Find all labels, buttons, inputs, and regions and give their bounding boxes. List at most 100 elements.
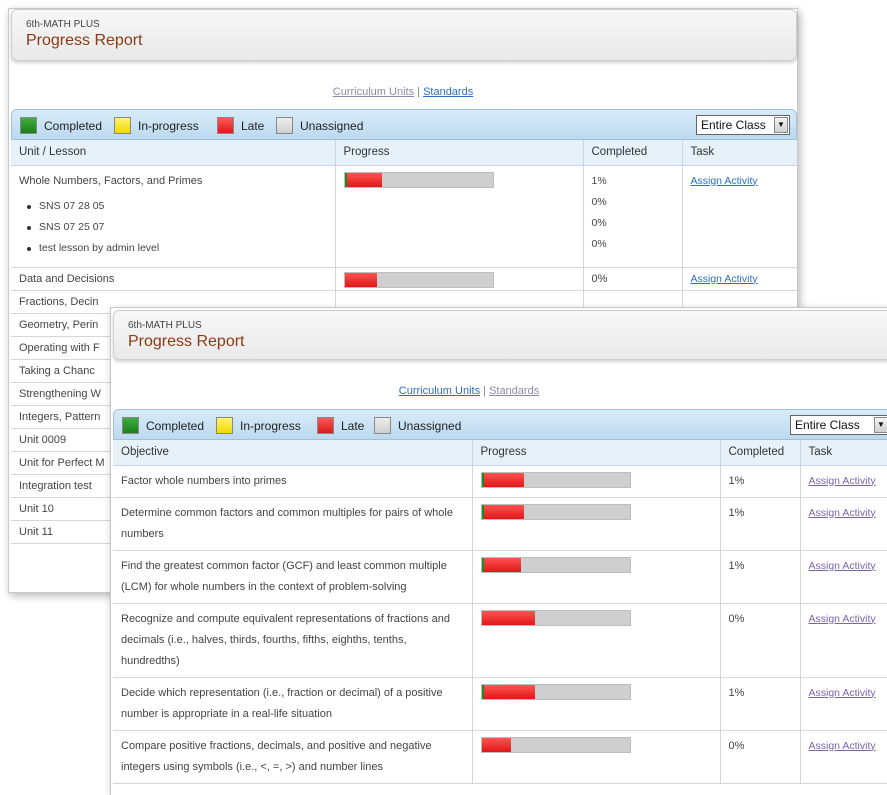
objective-text: Determine common factors and common mult… [113,497,473,551]
legend-label: Late [341,418,365,433]
late-fill [481,610,535,625]
percent-completed: 0% [720,603,801,678]
legend-bar: Completed In-progress Late Unassigned En… [113,409,887,440]
table-row: Determine common factors and common mult… [113,497,887,551]
percent-completed: 1% [720,550,801,604]
assign-activity-link[interactable]: Assign Activity [809,613,876,625]
legend-unassigned: Unassigned [374,417,461,434]
late-swatch-icon [217,117,234,134]
curriculum-units-link[interactable]: Curriculum Units [333,86,414,98]
report-header: 6th-MATH PLUS Progress Report [113,310,887,360]
legend-label: Late [241,118,265,133]
legend-in-progress: In-progress [114,117,199,134]
list-item: SNS 07 25 07 [27,217,327,238]
objectives-table-body: Factor whole numbers into primes 1% Assign… [113,465,887,784]
course-name: 6th-MATH PLUS [26,19,100,30]
late-swatch-icon [317,417,334,434]
legend-label: Unassigned [398,418,462,433]
assign-activity-link[interactable]: Assign Activity [809,687,876,699]
assign-activity-link[interactable]: Assign Activity [691,175,758,187]
assign-activity-link[interactable]: Assign Activity [809,560,876,572]
percent-completed: 1% [591,174,607,187]
in-progress-swatch-icon [216,417,233,434]
legend-completed: Completed [20,117,102,134]
completed-swatch-icon [122,417,139,434]
objective-text: Compare positive fractions, decimals, an… [113,730,473,784]
progress-report-objectives-window: 6th-MATH PLUS Progress Report Curriculum… [110,307,887,795]
late-fill [344,172,382,187]
percent-completed: 1% [720,465,801,498]
legend-late: Late [217,117,264,134]
late-fill [481,472,525,487]
course-name: 6th-MATH PLUS [128,320,202,331]
class-filter-value: Entire Class [701,118,766,132]
assign-activity-link[interactable]: Assign Activity [809,740,876,752]
table-row: Recognize and compute equivalent represe… [113,603,887,678]
legend-label: Unassigned [300,118,364,133]
in-progress-swatch-icon [114,117,131,134]
assign-activity-link[interactable]: Assign Activity [809,475,876,487]
col-header-progress: Progress [335,140,584,166]
class-filter-select[interactable]: Entire Class ▼ [696,115,790,135]
progress-bar [480,471,631,488]
list-item: SNS 07 28 05 [27,196,327,217]
objective-text: Factor whole numbers into primes [113,465,473,498]
legend-late: Late [317,417,364,434]
percent-completed: 1% [720,497,801,551]
standards-link[interactable]: Standards [489,385,539,397]
table-header-row: Objective Progress Completed Task [113,440,887,466]
completed-fill [481,557,484,572]
late-fill [344,272,378,287]
objective-text: Find the greatest common factor (GCF) an… [113,550,473,604]
report-header: 6th-MATH PLUS Progress Report [11,9,797,61]
late-fill [481,504,525,519]
table-row: Whole Numbers, Factors, and Primes SNS 0… [11,165,797,268]
col-header-completed: Completed [583,140,683,166]
progress-bar [343,271,494,288]
chevron-down-icon[interactable]: ▼ [874,417,887,433]
late-fill [481,557,522,572]
col-header-task: Task [800,440,887,466]
table-row: Factor whole numbers into primes 1% Assign… [113,465,887,498]
table-row: Compare positive fractions, decimals, an… [113,730,887,784]
standards-link[interactable]: Standards [423,86,473,98]
list-item: test lesson by admin level [27,238,327,259]
completed-fill [481,472,484,487]
progress-bar [480,556,631,573]
curriculum-units-link[interactable]: Curriculum Units [399,385,480,397]
legend-bar: Completed In-progress Late Unassigned En… [11,109,797,140]
progress-bar [480,609,631,626]
objectives-table: Objective Progress Completed Task Factor… [113,440,887,784]
percent-completed: 0% [720,730,801,784]
percent-completed: 1% [720,677,801,731]
page-title: Progress Report [26,32,143,49]
unassigned-swatch-icon [374,417,391,434]
progress-bar [480,683,631,700]
objective-text: Recognize and compute equivalent represe… [113,603,473,678]
assign-activity-link[interactable]: Assign Activity [691,273,758,285]
assign-activity-link[interactable]: Assign Activity [809,507,876,519]
legend-unassigned: Unassigned [276,117,363,134]
objective-text: Decide which representation (i.e., fract… [113,677,473,731]
percent-completed: 0% [591,195,607,208]
late-fill [481,737,512,752]
table-row: Find the greatest common factor (GCF) an… [113,550,887,604]
class-filter-select[interactable]: Entire Class ▼ [790,415,887,435]
late-fill [481,684,535,699]
legend-label: Completed [44,118,103,133]
completed-swatch-icon [20,117,37,134]
legend-label: Completed [146,418,205,433]
col-header-progress: Progress [472,440,721,466]
page-title: Progress Report [128,333,245,350]
chevron-down-icon[interactable]: ▼ [774,117,788,133]
link-separator: | [483,385,486,397]
table-row: Data and Decisions 0% Assign Activity [11,267,797,291]
col-header-unit: Unit / Lesson [11,140,336,166]
legend-label: In-progress [240,418,301,433]
unit-name: Whole Numbers, Factors, and Primes [19,174,203,187]
unit-name: Data and Decisions [11,267,336,291]
progress-bar [480,736,631,753]
completed-fill [481,504,484,519]
legend-in-progress: In-progress [216,417,301,434]
link-separator: | [417,86,420,98]
